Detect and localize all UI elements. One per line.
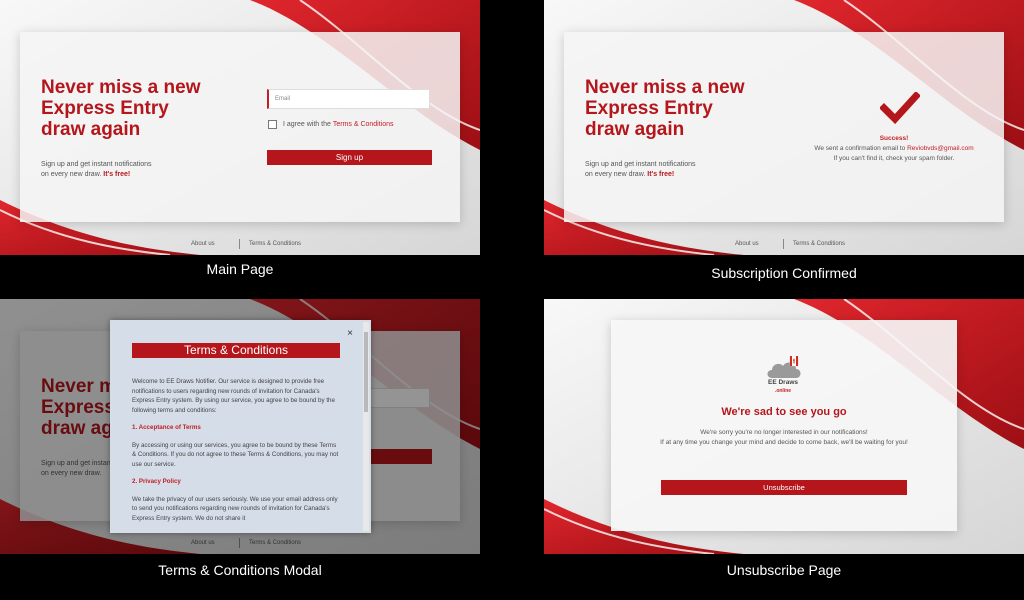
logo-line-2: .online — [774, 388, 792, 394]
caption-confirmed: Subscription Confirmed — [711, 265, 857, 281]
subtitle-line-2: on every new draw. — [585, 171, 646, 178]
about-link[interactable]: About us — [735, 241, 759, 247]
scrollbar-thumb[interactable] — [364, 332, 368, 412]
unsubscribe-panel: EE Draws .online We're sad to see you go… — [544, 299, 1024, 554]
message-line-2: If at any time you change your mind and … — [660, 439, 908, 446]
agree-checkbox[interactable] — [268, 120, 277, 129]
success-message: Success! We sent a confirmation email to… — [804, 134, 984, 164]
agree-label: I agree with the — [283, 121, 331, 128]
success-title: Success! — [879, 135, 909, 142]
unsubscribe-card: EE Draws .online We're sad to see you go… — [611, 320, 957, 531]
close-icon[interactable]: × — [347, 328, 353, 339]
section-heading-1: 1. Acceptance of Terms — [132, 424, 201, 431]
caption-modal: Terms & Conditions Modal — [158, 562, 322, 578]
signup-button[interactable]: Sign up — [267, 150, 432, 165]
sent-text: We sent a confirmation email to — [814, 145, 906, 152]
terms-intro: Welcome to EE Draws Notifier. Our servic… — [132, 378, 335, 414]
modal-title: Terms & Conditions — [132, 343, 340, 358]
email-input[interactable]: Email — [267, 89, 430, 109]
terms-agreement: I agree with the Terms & Conditions — [268, 120, 394, 129]
hero-title: Never miss a new Express Entry draw agai… — [41, 77, 241, 140]
message-line-1: We're sorry you're no longer interested … — [700, 429, 868, 436]
main-page-panel: Never miss a new Express Entry draw agai… — [0, 0, 480, 255]
hero-subtitle: Sign up and get instant notifications on… — [41, 160, 201, 180]
subtitle-line-2: on every new draw. — [41, 171, 102, 178]
hero-line-1: Never miss a new — [41, 77, 201, 98]
hero-line-3: draw again — [41, 119, 141, 140]
about-link[interactable]: About us — [191, 241, 215, 247]
subtitle-line-1: Sign up and get instant notifications — [41, 161, 152, 168]
logo-line-1: EE Draws — [768, 379, 798, 386]
spam-text: If you can't find it, check your spam fo… — [833, 155, 955, 162]
free-text: It's free! — [103, 171, 131, 178]
logo-text: EE Draws .online — [761, 379, 805, 395]
caption-main: Main Page — [206, 261, 274, 277]
hero-line-2: Express Entry — [585, 98, 713, 119]
sent-line: We sent a confirmation email to Reviobvd… — [804, 144, 984, 154]
confirmed-panel: Never miss a new Express Entry draw agai… — [544, 0, 1024, 255]
unsubscribe-heading: We're sad to see you go — [721, 406, 847, 418]
free-text: It's free! — [647, 171, 675, 178]
section-text-2: We take the privacy of our users serious… — [132, 495, 338, 522]
modal-scrollbar[interactable] — [363, 322, 369, 531]
unsubscribe-message: We're sorry you're no longer interested … — [611, 428, 957, 448]
signup-card: Never miss a new Express Entry draw agai… — [20, 32, 460, 222]
modal-body: Welcome to EE Draws Notifier. Our servic… — [132, 377, 342, 531]
terms-footer-link[interactable]: Terms & Conditions — [793, 241, 845, 247]
hero-title: Never miss a new Express Entry draw agai… — [585, 77, 785, 140]
terms-modal-panel: Never miss a new Express Entry draw agai… — [0, 299, 480, 554]
terms-link[interactable]: Terms & Conditions — [333, 121, 394, 128]
terms-modal: × Terms & Conditions Welcome to EE Draws… — [110, 320, 371, 533]
terms-footer-link[interactable]: Terms & Conditions — [249, 241, 301, 247]
hero-line-2: Express Entry — [41, 98, 169, 119]
footer-divider — [239, 239, 240, 249]
confirmation-email: Reviobvds@gmail.com — [907, 145, 974, 152]
caption-unsubscribe: Unsubscribe Page — [726, 562, 842, 578]
hero-subtitle: Sign up and get instant notifications on… — [585, 160, 745, 180]
hero-line-1: Never miss a new — [585, 77, 745, 98]
section-heading-2: 2. Privacy Policy — [132, 478, 181, 485]
footer-divider — [783, 239, 784, 249]
hero-line-3: draw again — [585, 119, 685, 140]
checkmark-icon — [880, 92, 920, 124]
unsubscribe-button[interactable]: Unsubscribe — [661, 480, 907, 495]
confirmed-card: Never miss a new Express Entry draw agai… — [564, 32, 1004, 222]
section-text-1: By accessing or using our services, you … — [132, 441, 339, 468]
subtitle-line-1: Sign up and get instant notifications — [585, 161, 696, 168]
